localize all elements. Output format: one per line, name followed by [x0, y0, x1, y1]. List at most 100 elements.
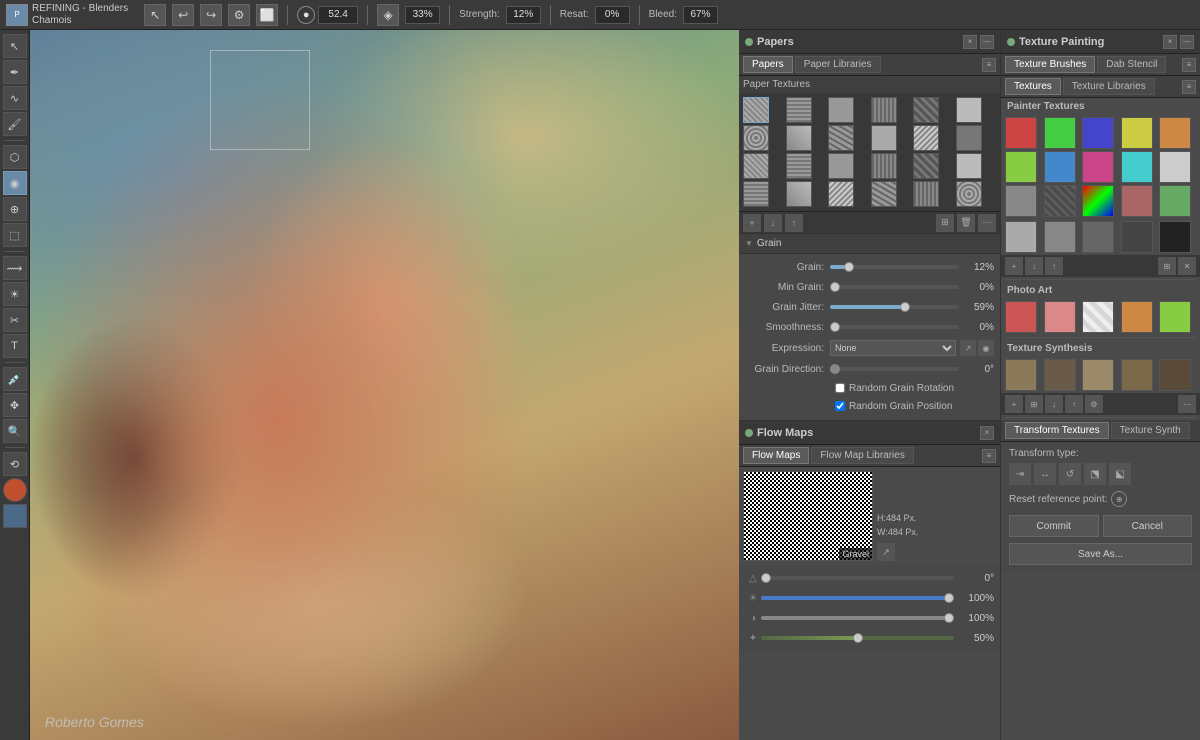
tab-paper-libraries[interactable]: Paper Libraries — [795, 56, 881, 73]
painter-texture[interactable] — [1121, 151, 1153, 183]
tool-btn-arrow[interactable]: ↖ — [144, 4, 166, 26]
painter-texture[interactable] — [1082, 221, 1114, 253]
painter-texture[interactable] — [1121, 221, 1153, 253]
painter-texture[interactable] — [1159, 185, 1191, 217]
tp-import[interactable]: ↓ — [1025, 257, 1043, 275]
texture-thumb[interactable] — [913, 181, 939, 207]
texture-thumb[interactable] — [828, 181, 854, 207]
grain-header[interactable]: ▼ Grain — [739, 234, 1000, 254]
photo-art-thumb[interactable] — [1159, 301, 1191, 333]
texture-thumb[interactable] — [743, 125, 769, 151]
texture-thumb[interactable] — [956, 125, 982, 151]
random-rotation-label[interactable]: Random Grain Rotation — [849, 383, 954, 394]
blue-slider[interactable] — [761, 596, 954, 600]
tp-menu2[interactable]: ≡ — [1182, 80, 1196, 94]
painter-texture[interactable] — [1005, 151, 1037, 183]
flow-open-btn[interactable]: ↗ — [877, 543, 895, 561]
ptb-import[interactable]: ↓ — [764, 214, 782, 232]
texture-thumb[interactable] — [956, 153, 982, 179]
color-primary[interactable] — [3, 478, 27, 502]
synth-thumb[interactable] — [1082, 359, 1114, 391]
tp-menu1[interactable]: ≡ — [1182, 58, 1196, 72]
tab-flow-libraries[interactable]: Flow Map Libraries — [811, 447, 913, 464]
texture-thumb[interactable] — [871, 125, 897, 151]
transform-btn-move[interactable]: ⇥ — [1009, 463, 1031, 485]
ptb-delete[interactable]: 🗑 — [957, 214, 975, 232]
tool-shape[interactable]: ⬡ — [3, 145, 27, 169]
tool-dropper[interactable]: 💉 — [3, 367, 27, 391]
min-grain-slider[interactable] — [830, 285, 959, 289]
tool-smudge[interactable]: ⟿ — [3, 256, 27, 280]
photo-art-thumb[interactable] — [1005, 301, 1037, 333]
tab-flow-maps[interactable]: Flow Maps — [743, 447, 809, 464]
texture-thumb[interactable] — [743, 97, 769, 123]
painter-texture[interactable] — [1005, 185, 1037, 217]
synth-btn1[interactable]: + — [1005, 395, 1023, 413]
synth-btn3[interactable]: ↓ — [1045, 395, 1063, 413]
texture-thumb[interactable] — [956, 181, 982, 207]
texture-thumb[interactable] — [913, 97, 939, 123]
cancel-button[interactable]: Cancel — [1103, 515, 1193, 537]
tool-brush2[interactable]: 🖌 — [3, 112, 27, 136]
painter-texture[interactable] — [1159, 117, 1191, 149]
synth-btn6[interactable]: ⋯ — [1178, 395, 1196, 413]
tab-texture-brushes[interactable]: Texture Brushes — [1005, 56, 1095, 73]
synth-thumb[interactable] — [1159, 359, 1191, 391]
opacity-input[interactable] — [405, 6, 440, 24]
photo-art-thumb[interactable] — [1044, 301, 1076, 333]
expression-select[interactable]: None — [830, 340, 956, 356]
tab-dab-stencil[interactable]: Dab Stencil — [1097, 56, 1166, 73]
random-rotation-checkbox[interactable] — [835, 383, 845, 393]
ptb-add[interactable]: + — [743, 214, 761, 232]
synth-btn2[interactable]: ⊞ — [1025, 395, 1043, 413]
expr-btn1[interactable]: ↗ — [960, 340, 976, 356]
painter-texture[interactable] — [1005, 117, 1037, 149]
synth-btn5[interactable]: ⚙ — [1085, 395, 1103, 413]
tool-btn-stencil[interactable]: ⬜ — [256, 4, 278, 26]
painter-texture[interactable] — [1044, 185, 1076, 217]
painter-texture[interactable] — [1044, 151, 1076, 183]
synth-thumb[interactable] — [1044, 359, 1076, 391]
tp-delete[interactable]: ✕ — [1178, 257, 1196, 275]
painter-texture[interactable] — [1082, 185, 1114, 217]
tab-papers[interactable]: Papers — [743, 56, 793, 73]
grain-slider[interactable] — [830, 265, 959, 269]
synth-thumb[interactable] — [1005, 359, 1037, 391]
tool-zoom[interactable]: 🔍 — [3, 419, 27, 443]
canvas-area[interactable]: Roberto Gomes — [30, 30, 739, 740]
texture-thumb[interactable] — [828, 125, 854, 151]
texture-thumb[interactable] — [786, 125, 812, 151]
tool-fill[interactable]: ⊕ — [3, 197, 27, 221]
synth-thumb[interactable] — [1121, 359, 1153, 391]
tool-pen[interactable]: ✒ — [3, 60, 27, 84]
tool-dodge[interactable]: ☀ — [3, 282, 27, 306]
panel-min[interactable]: — — [980, 35, 994, 49]
tool-brush1[interactable]: ∿ — [3, 86, 27, 110]
brightness-slider[interactable] — [761, 616, 954, 620]
tool-move[interactable]: ✥ — [3, 393, 27, 417]
tool-btn-undo[interactable]: ↩ — [172, 4, 194, 26]
ptb-view[interactable]: ⊞ — [936, 214, 954, 232]
random-position-checkbox[interactable] — [835, 401, 845, 411]
resat-input[interactable] — [595, 6, 630, 24]
tool-text[interactable]: T — [3, 334, 27, 358]
texture-thumb[interactable] — [786, 181, 812, 207]
tool-crop[interactable]: ✂ — [3, 308, 27, 332]
texture-thumb[interactable] — [871, 153, 897, 179]
random-position-label[interactable]: Random Grain Position — [849, 401, 952, 412]
brush-size-input[interactable] — [318, 6, 358, 24]
tool-select[interactable]: ↖ — [3, 34, 27, 58]
texture-thumb[interactable] — [956, 97, 982, 123]
color-secondary[interactable] — [3, 504, 27, 528]
tool-btn-action[interactable]: ⚙ — [228, 4, 250, 26]
synth-btn4[interactable]: ↑ — [1065, 395, 1083, 413]
flow-thumb[interactable]: Gravel — [743, 471, 873, 561]
texture-thumb[interactable] — [913, 153, 939, 179]
transform-btn-flip[interactable]: ⬔ — [1084, 463, 1106, 485]
painter-texture[interactable] — [1005, 221, 1037, 253]
tool-eraser[interactable]: ⬚ — [3, 223, 27, 247]
tp-export[interactable]: ↑ — [1045, 257, 1063, 275]
tab-texture-libraries[interactable]: Texture Libraries — [1063, 78, 1155, 95]
painter-texture[interactable] — [1121, 185, 1153, 217]
save-as-button[interactable]: Save As... — [1009, 543, 1192, 565]
